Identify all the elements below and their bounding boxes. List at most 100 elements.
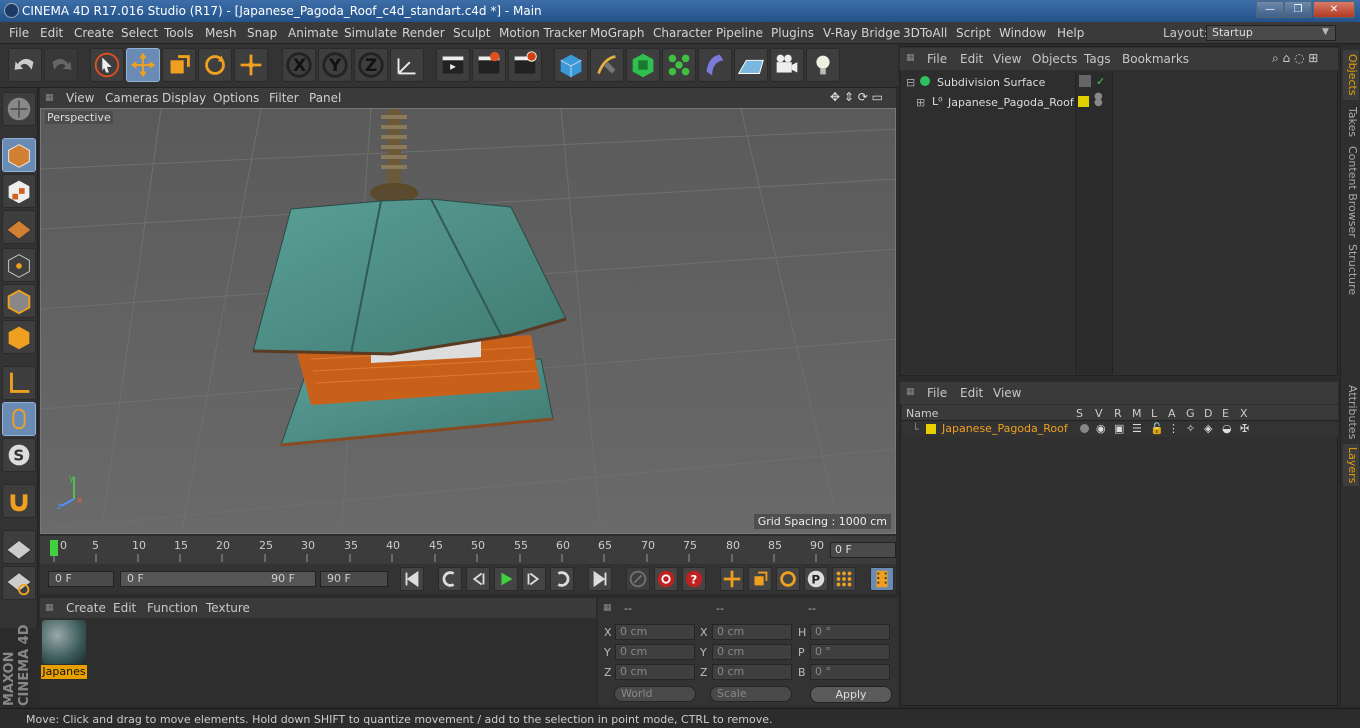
tab-objects[interactable]: Objects	[1343, 50, 1359, 100]
tab-content-browser[interactable]: Content Browser	[1343, 144, 1359, 240]
undo-button[interactable]	[8, 48, 42, 82]
om-menu-edit[interactable]: Edit	[960, 52, 983, 66]
axis-x-button[interactable]: X	[282, 48, 316, 82]
play-button[interactable]	[494, 567, 518, 591]
scale-tool-button[interactable]	[162, 48, 196, 82]
enabled-check-icon[interactable]: ✓	[1096, 75, 1105, 88]
viewport-perspective[interactable]: y z x Perspective Grid Spacing : 1000 cm	[40, 108, 896, 534]
magnet-button[interactable]	[2, 484, 36, 518]
record-off-button[interactable]	[626, 567, 650, 591]
model-mode-button[interactable]	[2, 138, 36, 172]
key-pla-button[interactable]	[832, 567, 856, 591]
points-mode-button[interactable]	[2, 248, 36, 282]
next-frame-button[interactable]	[522, 567, 546, 591]
key-rotation-button[interactable]	[776, 567, 800, 591]
previous-keyframe-button[interactable]	[438, 567, 462, 591]
viewport-menu-cameras[interactable]: Cameras	[105, 91, 158, 105]
menu-script[interactable]: Script	[956, 26, 991, 40]
menu-mesh[interactable]: Mesh	[205, 26, 237, 40]
redo-button[interactable]	[44, 48, 78, 82]
edges-mode-button[interactable]	[2, 284, 36, 318]
visibility-dots-icon[interactable]: ● ●	[1094, 92, 1103, 108]
col-view[interactable]: V	[1095, 407, 1103, 420]
viewport-menu-panel[interactable]: Panel	[309, 91, 341, 105]
lock-workplane-button[interactable]	[2, 530, 36, 564]
transform-tool-button[interactable]	[234, 48, 268, 82]
key-position-button[interactable]	[720, 567, 744, 591]
layout-select[interactable]: Startup	[1206, 25, 1336, 41]
pen-button[interactable]	[590, 48, 624, 82]
col-xref[interactable]: X	[1240, 407, 1248, 420]
apply-button[interactable]: Apply	[810, 686, 892, 703]
menu-render[interactable]: Render	[402, 26, 445, 40]
tab-attributes[interactable]: Attributes	[1343, 384, 1359, 440]
viewport-nav-icons[interactable]: ✥ ⇕ ⟳ ▭	[830, 90, 883, 104]
tree-collapse-icon[interactable]: ⊟	[906, 76, 915, 89]
lm-menu-file[interactable]: File	[927, 386, 947, 400]
om-menu-view[interactable]: View	[993, 52, 1021, 66]
menu-file[interactable]: File	[9, 26, 29, 40]
col-generators[interactable]: G	[1186, 407, 1195, 420]
make-editable-button[interactable]	[2, 92, 36, 126]
xref-icon[interactable]: ✠	[1240, 422, 1249, 435]
tree-expand-icon[interactable]: ⊞	[916, 96, 925, 109]
animation-icon[interactable]: ⋮	[1168, 422, 1179, 435]
menu-sculpt[interactable]: Sculpt	[453, 26, 490, 40]
rot-p-field[interactable]: 0 °	[810, 644, 890, 660]
solo-icon[interactable]	[1080, 424, 1089, 433]
polygons-mode-button[interactable]	[2, 320, 36, 354]
end-frame-field[interactable]: 90 F	[320, 571, 388, 587]
pos-y-field[interactable]: 0 cm	[615, 644, 695, 660]
menu-motion-tracker[interactable]: Motion Tracker	[499, 26, 587, 40]
layer-row[interactable]: └ Japanese_Pagoda_Roof ◉ ▣ ☰ 🔓 ⋮ ✧ ◈ ◒ ✠	[902, 421, 1338, 437]
coord-system-select[interactable]: World	[614, 686, 696, 702]
deformer-button[interactable]	[698, 48, 732, 82]
light-button[interactable]	[806, 48, 840, 82]
viewport-menu-view[interactable]: View	[66, 91, 94, 105]
size-x-field[interactable]: 0 cm	[712, 624, 792, 640]
viewport-menu-options[interactable]: Options	[213, 91, 259, 105]
texture-mode-button[interactable]	[2, 174, 36, 208]
size-y-field[interactable]: 0 cm	[712, 644, 792, 660]
axis-mode-button[interactable]	[2, 366, 36, 400]
camera-button[interactable]	[770, 48, 804, 82]
menu-select[interactable]: Select	[121, 26, 158, 40]
autokey-button[interactable]: ?	[682, 567, 706, 591]
workplane-button[interactable]	[2, 210, 36, 244]
material-menu-texture[interactable]: Texture	[206, 601, 250, 615]
col-name[interactable]: Name	[906, 407, 938, 420]
live-selection-button[interactable]	[90, 48, 124, 82]
col-animation[interactable]: A	[1168, 407, 1176, 420]
pos-x-field[interactable]: 0 cm	[615, 624, 695, 640]
layer-color-swatch[interactable]	[1078, 96, 1089, 107]
close-button[interactable]: ✕	[1313, 1, 1355, 18]
viewport-menu-filter[interactable]: Filter	[269, 91, 299, 105]
menu-create[interactable]: Create	[74, 26, 114, 40]
go-to-start-button[interactable]	[400, 567, 424, 591]
eye-icon[interactable]: ◉	[1096, 422, 1106, 435]
render-picture-viewer-button[interactable]	[472, 48, 506, 82]
menu-mograph[interactable]: MoGraph	[590, 26, 645, 40]
generator-icon[interactable]: ✧	[1186, 422, 1195, 435]
om-menu-tags[interactable]: Tags	[1084, 52, 1111, 66]
material-menu-create[interactable]: Create	[66, 601, 106, 615]
timeline-button[interactable]	[870, 567, 894, 591]
tweak-mode-button[interactable]	[2, 402, 36, 436]
col-solo[interactable]: S	[1076, 407, 1083, 420]
menu-animate[interactable]: Animate	[288, 26, 338, 40]
manager-icon[interactable]: ☰	[1132, 422, 1142, 435]
tab-takes[interactable]: Takes	[1343, 104, 1359, 140]
next-keyframe-button[interactable]	[550, 567, 574, 591]
subdivision-button[interactable]	[626, 48, 660, 82]
coordinate-system-button[interactable]	[390, 48, 424, 82]
render-icon[interactable]: ▣	[1114, 422, 1124, 435]
menu-vray-bridge[interactable]: V-Ray Bridge	[823, 26, 900, 40]
col-deformers[interactable]: D	[1204, 407, 1212, 420]
object-japanese-pagoda-roof[interactable]: Japanese_Pagoda_Roof	[948, 96, 1074, 109]
axis-y-button[interactable]: Y	[318, 48, 352, 82]
material-name[interactable]: Japanes	[41, 665, 87, 679]
previous-frame-button[interactable]	[466, 567, 490, 591]
current-frame-field[interactable]: 0 F	[830, 542, 896, 558]
go-to-end-button[interactable]	[588, 567, 612, 591]
start-frame-field[interactable]: 0 F	[48, 571, 114, 587]
